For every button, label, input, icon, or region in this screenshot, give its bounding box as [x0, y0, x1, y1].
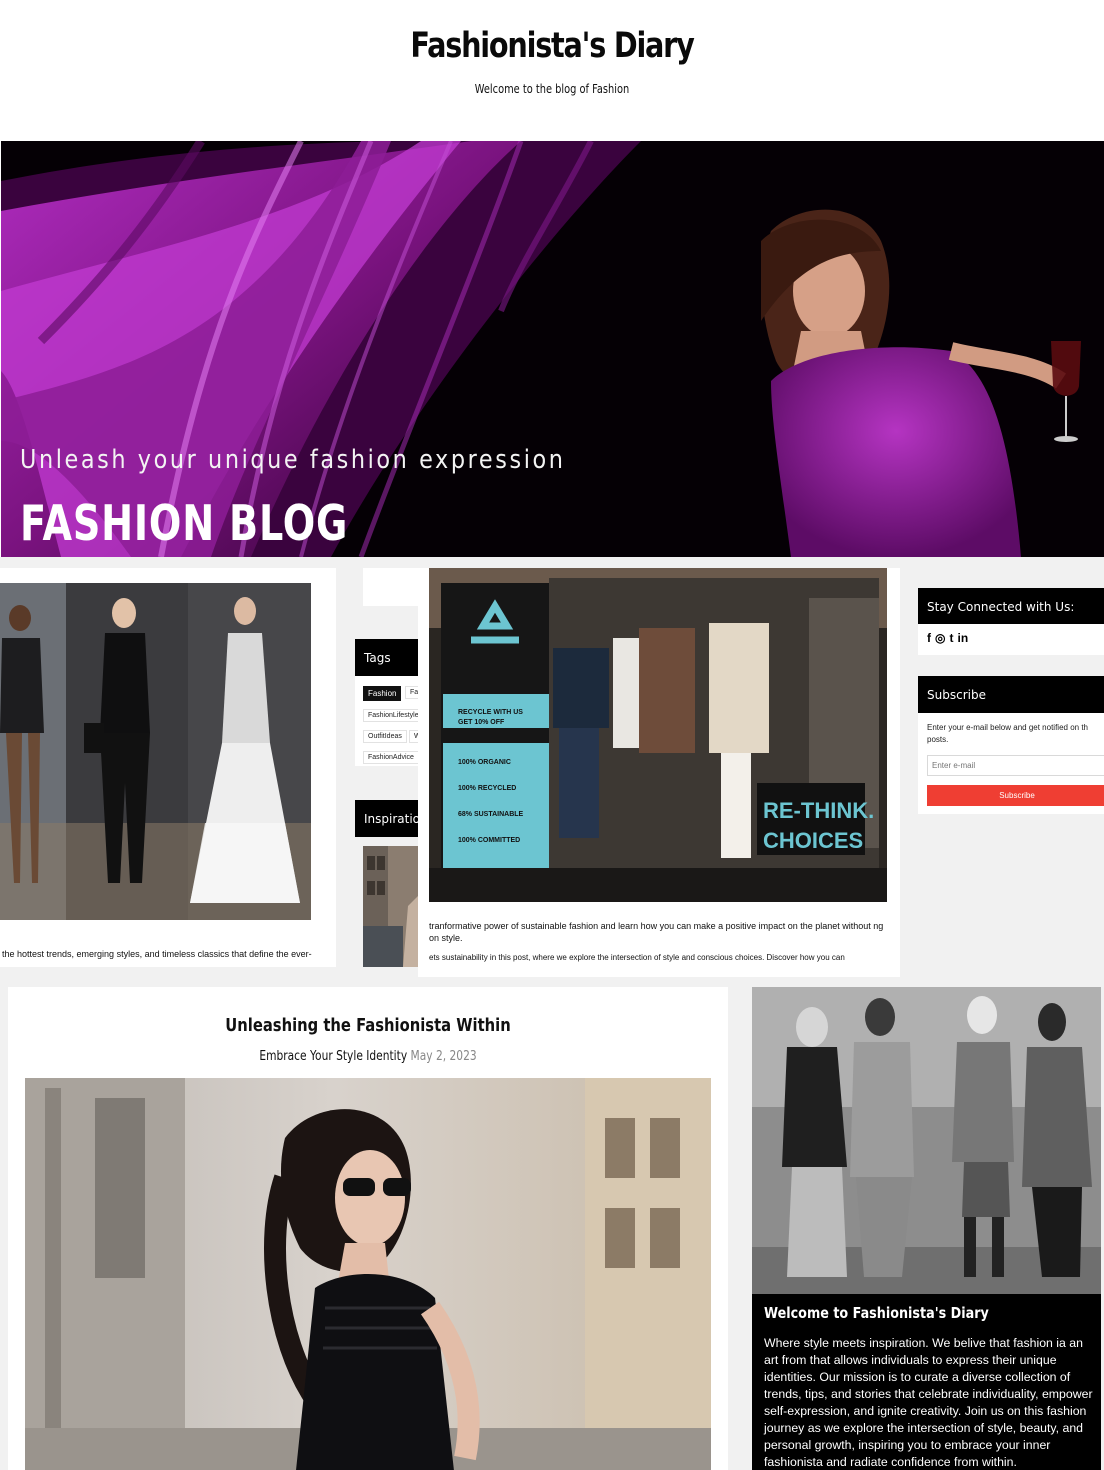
tags-widget: Fashion Fa FashionLifestyle OutfitIdeas …: [355, 676, 418, 766]
facebook-icon[interactable]: f: [927, 631, 931, 645]
sustainable-shop-image: RECYCLE WITH US GET 10% OFF 100% ORGANIC…: [429, 568, 887, 902]
linkedin-icon[interactable]: in: [957, 631, 968, 645]
tags-widget-title: Tags: [355, 639, 418, 676]
hero-subtitle: Unleash your unique fashion expression: [20, 445, 566, 475]
widget-box: [363, 568, 418, 606]
tag-fashion-advice[interactable]: FashionAdvice: [363, 751, 418, 764]
poster-line-committed: 100% COMMITTED: [458, 837, 520, 844]
welcome-text: Where style meets inspiration. We belive…: [764, 1336, 1093, 1469]
main-content: Unleashing the Fashionista Within Embrac…: [0, 977, 1104, 1470]
subscribe-button[interactable]: Subscribe: [927, 785, 1104, 806]
tag-fa[interactable]: Fa: [405, 686, 418, 699]
featured-post-card-sustainable[interactable]: RECYCLE WITH US GET 10% OFF 100% ORGANIC…: [418, 568, 900, 977]
inspiration-image[interactable]: [363, 846, 418, 967]
hero-title: FASHION BLOG: [20, 495, 349, 552]
post-date: May 2, 2023: [410, 1049, 477, 1064]
poster-line-recycle: RECYCLE WITH US: [458, 709, 523, 716]
social-links: f ◎ t in: [927, 631, 968, 645]
site-header: Fashionista's Diary Welcome to the blog …: [0, 0, 1104, 141]
tag-fashion[interactable]: Fashion: [363, 686, 402, 701]
welcome-title: Welcome to Fashionista's Diary: [764, 1304, 989, 1322]
window-text-choices: CHOICES: [763, 828, 863, 853]
featured-post-excerpt: tranformative power of sustainable fashi…: [429, 921, 884, 943]
site-title[interactable]: Fashionista's Diary: [99, 26, 1004, 66]
featured-post-excerpt-2: ets sustainability in this post, where w…: [429, 953, 845, 962]
welcome-panel: Welcome to Fashionista's Diary Where sty…: [752, 987, 1101, 1470]
featured-post-card[interactable]: the hottest trends, emerging styles, and…: [0, 568, 336, 967]
post-title[interactable]: Unleashing the Fashionista Within: [73, 1015, 663, 1036]
poster-line-sustainable: 68% SUSTAINABLE: [458, 811, 524, 818]
street-style-image: [752, 987, 1101, 1294]
instagram-icon[interactable]: ◎: [935, 631, 945, 645]
post-subtitle: Embrace Your Style Identity: [259, 1049, 408, 1064]
subscribe-description: Enter your e-mail below and get notified…: [927, 723, 1088, 744]
inspiration-widget-title: Inspiration: [355, 800, 428, 837]
site-tagline: Welcome to the blog of Fashion: [474, 82, 630, 96]
tag-w[interactable]: W: [409, 730, 418, 743]
tag-fashion-lifestyle[interactable]: FashionLifestyle: [363, 709, 418, 722]
post-image: [25, 1078, 711, 1470]
right-sidebar: Stay Connected with Us: f ◎ t in Subscri…: [918, 557, 1104, 977]
blog-post: Unleashing the Fashionista Within Embrac…: [8, 987, 728, 1470]
runway-image: [0, 583, 311, 920]
subscribe-widget-title: Subscribe: [918, 676, 1104, 713]
hero-banner: Unleash your unique fashion expression F…: [1, 141, 1104, 557]
tag-outfit-ideas[interactable]: OutfitIdeas: [363, 730, 407, 743]
featured-carousel: the hottest trends, emerging styles, and…: [0, 557, 1104, 977]
twitter-icon[interactable]: t: [949, 631, 953, 645]
post-meta: Embrace Your Style Identity May 2, 2023: [73, 1049, 663, 1064]
email-field[interactable]: [927, 755, 1104, 776]
connect-widget-title: Stay Connected with Us:: [918, 588, 1104, 624]
poster-line-recycled: 100% RECYCLED: [458, 785, 516, 792]
poster-line-organic: 100% ORGANIC: [458, 759, 511, 766]
tags-sidebar: Tags Fashion Fa FashionLifestyle OutfitI…: [355, 557, 428, 977]
window-text-rethink: RE-THINK.: [763, 798, 874, 823]
featured-post-excerpt: the hottest trends, emerging styles, and…: [2, 949, 312, 959]
poster-line-discount: GET 10% OFF: [458, 719, 505, 726]
